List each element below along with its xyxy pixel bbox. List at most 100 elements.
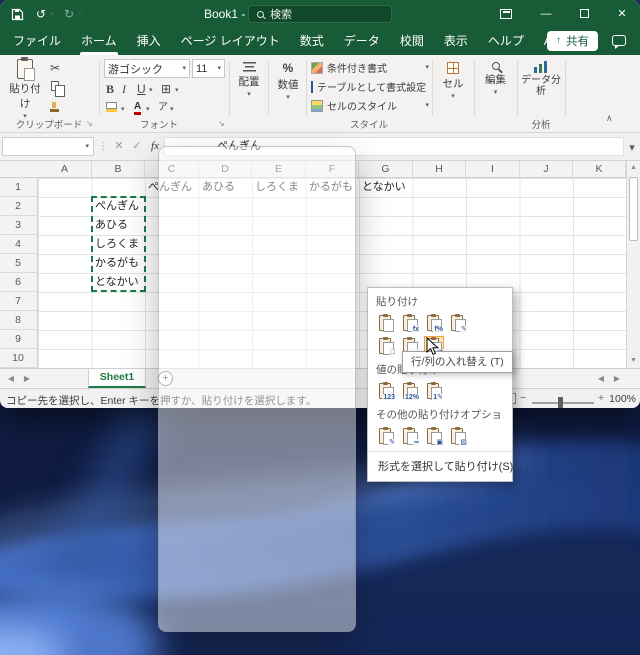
sheet-nav-right-icon[interactable]: ▶ [20,369,34,389]
cut-icon[interactable]: ✂ [50,61,60,75]
vertical-scroll-thumb[interactable] [629,177,638,241]
tab-insert[interactable]: 挿入 [127,28,171,55]
row-header-3[interactable]: 3 [0,216,36,235]
phonetic-caret-icon[interactable]: ▾ [170,106,174,113]
alignment-group-button[interactable]: 配置 ▾ [231,62,267,98]
share-button[interactable]: ↑ 共有 [547,31,598,51]
scroll-down-icon[interactable]: ▼ [627,356,640,366]
tab-help[interactable]: ヘルプ [478,28,534,55]
sheet-nav-left-icon[interactable]: ◀ [4,369,18,389]
scroll-up-icon[interactable]: ▲ [627,163,640,173]
borders-caret-icon[interactable]: ▾ [175,87,179,94]
paste-label: 貼り付け [9,83,41,110]
paste-special-item[interactable]: 形式を選択して貼り付け(S)... [376,456,523,475]
hscroll-left-icon[interactable]: ◀ [594,369,608,389]
bold-button[interactable]: B [106,82,114,96]
save-icon[interactable] [8,0,26,31]
fill-color-caret-icon[interactable]: ▾ [121,106,125,113]
close-button[interactable]: ✕ [604,0,640,28]
zoom-in-icon[interactable]: + [598,392,604,404]
row-header-5[interactable]: 5 [0,254,36,273]
paste-icon-picture[interactable]: ▣ [424,426,444,447]
tab-page-layout[interactable]: ページ レイアウト [171,28,290,55]
cancel-icon[interactable]: ✕ [110,137,128,156]
undo-caret-icon[interactable]: ▾ [48,0,56,30]
column-header-i[interactable]: I [466,161,520,177]
font-name-combo[interactable]: 游ゴシック ▾ [104,59,190,78]
tab-file[interactable]: ファイル [3,28,71,55]
font-size-combo[interactable]: 11 ▾ [192,59,225,78]
paste-icon-values-number-formatting[interactable]: 12% [400,381,420,402]
redo-button[interactable]: ↻ [62,0,76,28]
row-header-2[interactable]: 2 [0,197,36,216]
paste-icon-formatting[interactable]: ✎ [376,426,396,447]
name-box[interactable]: ▾ [2,137,94,156]
borders-button[interactable]: ⊞ [161,82,171,96]
column-header-a[interactable]: A [38,161,92,177]
column-header-b[interactable]: B [92,161,145,177]
tab-view[interactable]: 表示 [434,28,478,55]
enter-check-icon[interactable]: ✓ [128,137,146,156]
paste-icon-values-source-formatting[interactable]: 1✎ [424,381,444,402]
italic-button[interactable]: I [122,82,126,96]
search-box[interactable]: 検索 [248,5,392,23]
tab-data[interactable]: データ [334,28,390,55]
paste-icon-formulas[interactable]: fx [400,313,420,334]
format-as-table-button[interactable]: テーブルとして書式設定 ▾ [311,78,429,95]
number-group-button[interactable]: % 数値 ▾ [270,62,306,102]
editing-group-button[interactable]: 編集 ▾ [476,62,515,96]
font-color-button[interactable]: A [134,102,142,115]
sheet-tab-sheet1[interactable]: Sheet1 [88,369,146,388]
underline-button[interactable]: U [137,82,146,96]
tab-home[interactable]: ホーム [71,28,127,55]
column-header-k[interactable]: K [573,161,626,177]
tab-review[interactable]: 校閲 [390,28,434,55]
column-header-h[interactable]: H [413,161,466,177]
conditional-formatting-button[interactable]: 条件付き書式 ▾ [311,59,429,76]
paste-icon-keep-source-formatting[interactable]: ✎ [448,313,468,334]
row-header-10[interactable]: 10 [0,349,36,368]
cell-g1[interactable]: となかい [362,178,406,197]
zoom-level[interactable]: 100% [609,393,636,405]
data-analysis-button[interactable]: データ分析 [520,60,562,97]
tab-formulas[interactable]: 数式 [290,28,334,55]
row-header-1[interactable]: 1 [0,178,36,197]
cells-group-button[interactable]: セル ▾ [434,62,472,100]
paste-icon-linked-picture[interactable]: ▨ [448,426,468,447]
row-header-9[interactable]: 9 [0,330,36,349]
underline-caret-icon[interactable]: ▾ [149,87,153,94]
font-dialog-launcher[interactable]: ↘ [218,120,225,128]
font-color-caret-icon[interactable]: ▾ [146,106,150,113]
row-header-8[interactable]: 8 [0,311,36,330]
paste-icon-values[interactable]: 123 [376,381,396,402]
copy-icon[interactable] [51,81,65,97]
ribbon-display-options-icon[interactable] [492,0,520,28]
vertical-scrollbar[interactable]: ▲ ▼ [626,161,640,368]
fill-color-button[interactable] [106,102,117,112]
zoom-slider-thumb[interactable] [558,397,563,408]
paste-icon-formulas-number-formatting[interactable]: f% [424,313,444,334]
paste-icon-paste[interactable] [376,313,396,333]
undo-button[interactable]: ↺ [34,0,48,28]
redo-caret-icon[interactable]: ▾ [76,0,84,30]
zoom-out-icon[interactable]: − [520,392,526,404]
paste-icon-paste-link[interactable]: ∞ [400,426,420,447]
phonetic-button[interactable]: ア [158,101,168,115]
format-painter-icon[interactable] [49,99,59,112]
drag-dots-icon[interactable]: ⋮ [98,137,108,156]
formula-bar-expand-icon[interactable]: ▾ [626,137,638,156]
hscroll-right-icon[interactable]: ▶ [610,369,624,389]
comments-icon[interactable] [612,35,626,49]
minimize-button[interactable]: — [528,0,564,28]
paste-icon-no-borders[interactable]: □ [376,336,396,357]
cell-styles-button[interactable]: セルのスタイル ▾ [311,97,429,114]
row-header-7[interactable]: 7 [0,292,36,311]
zoom-slider-track[interactable] [532,402,594,404]
collapse-ribbon-icon[interactable]: ∧ [606,113,613,124]
column-header-j[interactable]: J [520,161,573,177]
row-header-6[interactable]: 6 [0,273,36,292]
maximize-button[interactable] [566,0,602,28]
column-header-g[interactable]: G [359,161,413,177]
paste-button[interactable]: 貼り付け ▾ [6,57,44,120]
row-header-4[interactable]: 4 [0,235,36,254]
